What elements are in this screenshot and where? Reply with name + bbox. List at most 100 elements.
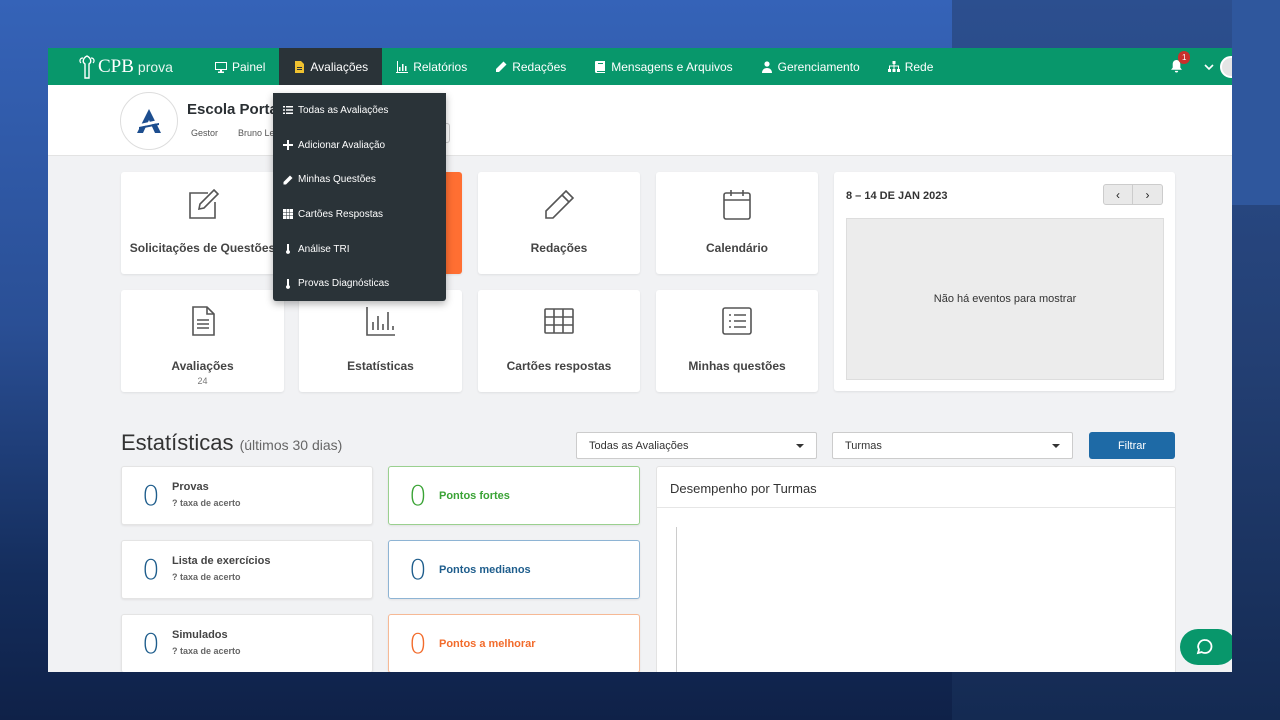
nav-rede[interactable]: Rede: [874, 48, 948, 85]
dropdown-todas-label: Todas as Avaliações: [298, 104, 389, 116]
dropdown-cartoes-label: Cartões Respostas: [298, 208, 384, 220]
card-cartoes[interactable]: Cartões respostas: [478, 290, 640, 392]
dropdown-provas-label: Provas Diagnósticas: [298, 278, 390, 290]
grid-icon: [544, 308, 574, 334]
card-avaliacoes[interactable]: Avaliações 24: [121, 290, 284, 392]
stat-simulados-name: Simulados: [172, 629, 228, 641]
pontos-melhorar-num: 0: [409, 627, 427, 660]
nav-mensagens-label: Mensagens e Arquivos: [611, 59, 733, 74]
caret-down-icon: [796, 443, 804, 448]
school-logo: [120, 92, 178, 150]
chat-bubble-icon: [1196, 639, 1213, 655]
calendar-widget: 8 – 14 DE JAN 2023 ‹ › Não há eventos pa…: [834, 172, 1175, 391]
background-panel-accent: [1232, 0, 1280, 205]
select-avaliacoes[interactable]: Todas as Avaliações: [576, 432, 817, 459]
dropdown-minhas-label: Minhas Questões: [298, 174, 376, 186]
notifications-button[interactable]: 1: [1170, 50, 1191, 74]
nav-painel[interactable]: Painel: [201, 48, 279, 85]
user-avatar[interactable]: [1220, 55, 1232, 78]
brand-name: CPB: [98, 56, 134, 77]
card-calendario[interactable]: Calendário: [656, 172, 818, 274]
stat-lista-name: Lista de exercícios: [172, 555, 271, 567]
dropdown-adicionar-avaliacao[interactable]: Adicionar Avaliação: [273, 128, 446, 163]
dropdown-provas-diagnosticas[interactable]: Provas Diagnósticas: [273, 266, 446, 301]
card-minhas-questoes[interactable]: Minhas questões: [656, 290, 818, 392]
chevron-down-icon[interactable]: [1204, 62, 1214, 72]
nav-avaliacoes[interactable]: Avaliações: [279, 48, 383, 85]
stat-provas-sub: ? taxa de acerto: [172, 498, 241, 508]
performance-axis: [676, 527, 677, 672]
plus-icon: [283, 140, 293, 151]
stat-provas-num: 0: [142, 479, 160, 512]
stat-simulados-sub: ? taxa de acerto: [172, 646, 241, 656]
grid-icon: [283, 209, 293, 220]
dropdown-analise-tri[interactable]: Análise TRI: [273, 232, 446, 267]
school-role: Gestor: [191, 128, 219, 138]
nav-redacoes-label: Redações: [512, 59, 567, 74]
pencil-icon: [283, 175, 293, 185]
dropdown-cartoes-respostas[interactable]: Cartões Respostas: [273, 197, 446, 232]
pencil-icon: [496, 61, 507, 72]
select-avaliacoes-value: Todas as Avaliações: [589, 439, 689, 452]
dropdown-minhas-questoes[interactable]: Minhas Questões: [273, 162, 446, 197]
card-redacoes[interactable]: Redações: [478, 172, 640, 274]
thermometer-icon: [286, 244, 290, 255]
nav-gerenciamento-label: Gerenciamento: [777, 59, 860, 74]
nav-painel-label: Painel: [232, 59, 266, 74]
stat-pontos-melhorar: 0 Pontos a melhorar: [388, 614, 640, 672]
top-navbar: CPB prova Painel Avaliações Relatórios R…: [48, 48, 1232, 85]
card-solicitacoes-label: Solicitações de Questões: [129, 241, 276, 255]
nav-mensagens[interactable]: Mensagens e Arquivos: [580, 48, 746, 85]
pontos-medianos-num: 0: [409, 553, 427, 586]
list-icon: [722, 307, 752, 335]
stat-lista-sub: ? taxa de acerto: [172, 572, 241, 582]
card-estatisticas[interactable]: Estatísticas: [299, 290, 462, 392]
school-header: Escola Portal Gestor Bruno Le no: [48, 85, 1232, 156]
thermometer-icon: [286, 278, 290, 289]
book-icon: [595, 60, 606, 73]
bar-chart-icon: [396, 60, 409, 73]
app-window: CPB prova Painel Avaliações Relatórios R…: [48, 48, 1232, 672]
select-turmas[interactable]: Turmas: [832, 432, 1073, 459]
calendar-next-button[interactable]: ›: [1133, 184, 1163, 205]
card-solicitacoes[interactable]: Solicitações de Questões: [121, 172, 284, 274]
pontos-fortes-num: 0: [409, 479, 427, 512]
stat-provas-name: Provas: [172, 481, 209, 493]
brand-logo[interactable]: CPB prova: [48, 48, 201, 85]
stat-simulados: 0 Simulados ? taxa de acerto: [121, 614, 373, 672]
card-cartoes-label: Cartões respostas: [506, 359, 612, 373]
card-redacoes-label: Redações: [530, 241, 588, 255]
stat-pontos-fortes: 0 Pontos fortes: [388, 466, 640, 525]
file-icon: [295, 60, 305, 73]
stats-title-text: Estatísticas: [121, 430, 234, 455]
stats-title: Estatísticas (últimos 30 dias): [121, 430, 342, 456]
calendar-title: 8 – 14 DE JAN 2023: [846, 190, 948, 202]
stat-simulados-num: 0: [142, 627, 160, 660]
performance-title: Desempenho por Turmas: [670, 481, 817, 496]
bar-chart-icon: [365, 307, 395, 336]
card-estatisticas-label: Estatísticas: [347, 359, 414, 373]
nav-rede-label: Rede: [904, 59, 934, 74]
tree-logo-icon: [79, 54, 95, 79]
caret-down-icon: [1052, 443, 1060, 448]
card-calendario-label: Calendário: [705, 241, 768, 255]
pontos-fortes-name: Pontos fortes: [439, 490, 510, 502]
performance-divider: [657, 507, 1175, 508]
list-icon: [283, 106, 293, 115]
nav-gerenciamento[interactable]: Gerenciamento: [747, 48, 874, 85]
dropdown-todas-avaliacoes[interactable]: Todas as Avaliações: [273, 93, 446, 128]
stat-lista: 0 Lista de exercícios ? taxa de acerto: [121, 540, 373, 599]
sitemap-icon: [887, 60, 900, 72]
chat-button[interactable]: [1180, 629, 1232, 665]
select-turmas-value: Turmas: [845, 439, 882, 452]
filter-button[interactable]: Filtrar: [1089, 432, 1175, 459]
calendar-prev-button[interactable]: ‹: [1103, 184, 1133, 205]
pencil-icon: [545, 189, 575, 219]
nav-redacoes[interactable]: Redações: [481, 48, 580, 85]
card-avaliacoes-count: 24: [197, 376, 208, 386]
performance-panel: Desempenho por Turmas: [656, 466, 1176, 672]
nav-relatorios[interactable]: Relatórios: [382, 48, 481, 85]
stat-provas: 0 Provas ? taxa de acerto: [121, 466, 373, 525]
card-minhas-label: Minhas questões: [688, 359, 786, 373]
edit-icon: [188, 188, 219, 219]
